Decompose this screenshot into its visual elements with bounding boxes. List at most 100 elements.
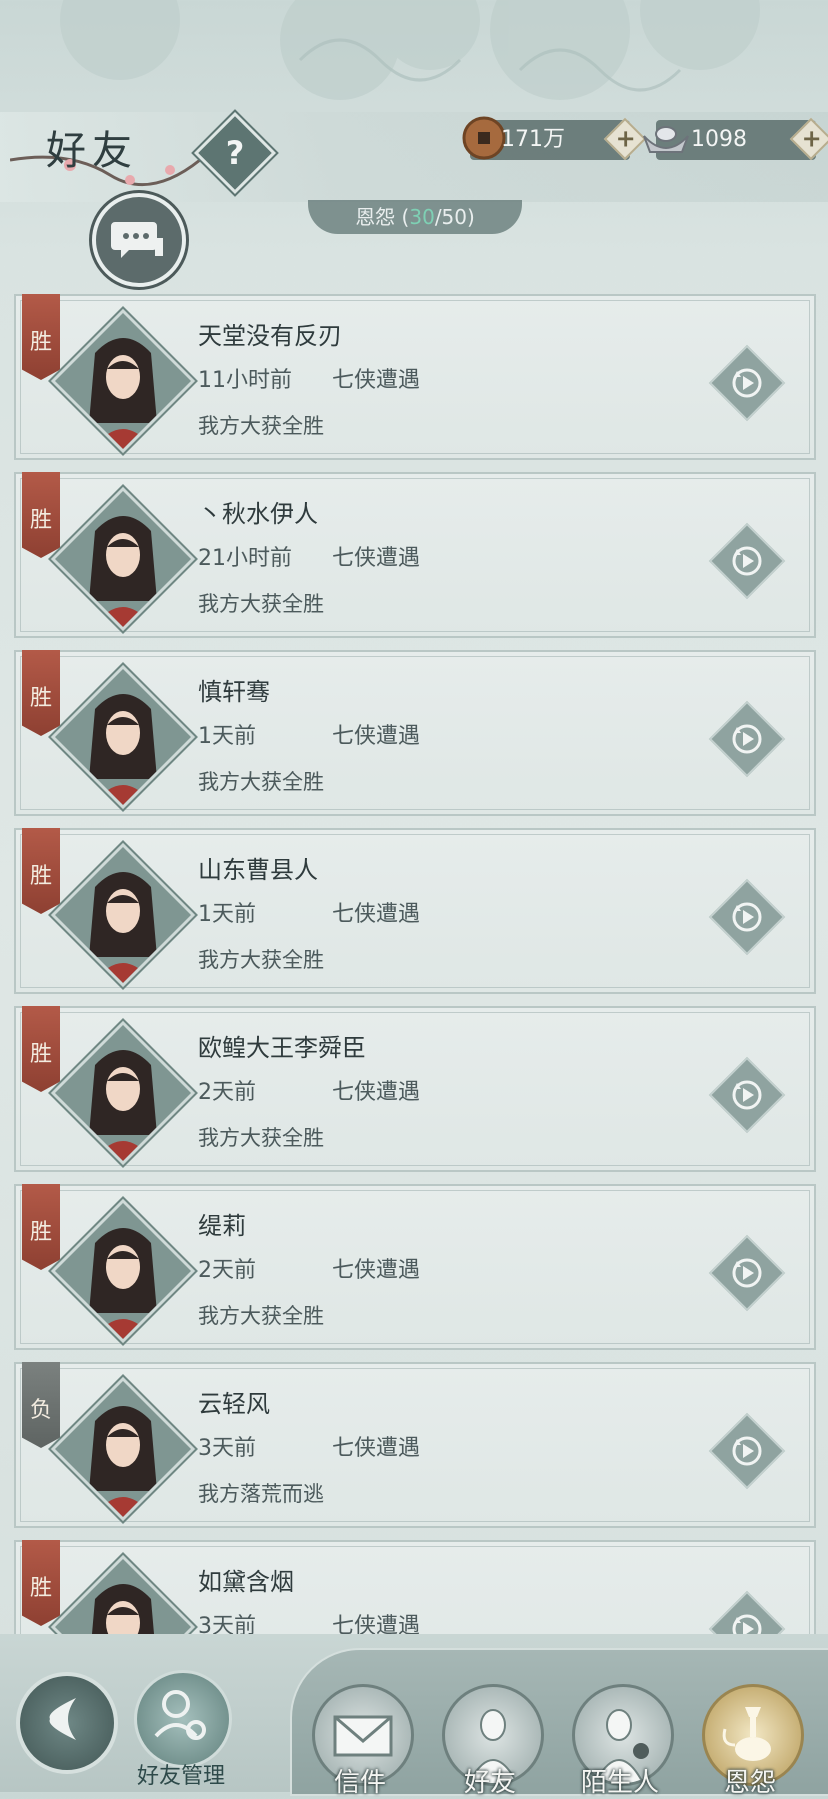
record-time: 21小时前 [198, 546, 292, 571]
character-portrait-icon [55, 491, 191, 627]
character-portrait-icon [55, 847, 191, 983]
opponent-name: 欧鳇大王李舜臣 [198, 1034, 366, 1062]
record-card[interactable]: 负 云轻风 3天前 七侠遭遇 我方落荒而逃 [14, 1362, 816, 1528]
replay-icon [732, 368, 762, 398]
record-card[interactable]: 胜 山东曹县人 1天前 七侠遭遇 我方大获全胜 [14, 828, 816, 994]
replay-icon [732, 546, 762, 576]
battle-result: 我方大获全胜 [198, 1304, 324, 1328]
battle-result: 我方大获全胜 [198, 948, 324, 972]
silver-ingot-display: 1098 + [643, 117, 828, 161]
opponent-avatar[interactable] [50, 1376, 196, 1522]
character-portrait-icon [55, 1381, 191, 1517]
friend-management-label: 好友管理 [136, 1764, 225, 1789]
result-banner: 胜 [22, 472, 60, 558]
opponent-avatar[interactable] [50, 664, 196, 810]
replay-button[interactable] [708, 1056, 786, 1134]
battle-result: 我方大获全胜 [198, 592, 324, 616]
opponent-avatar[interactable] [50, 486, 196, 632]
battle-mode: 七侠遭遇 [332, 1080, 421, 1105]
replay-icon [732, 902, 762, 932]
record-time: 11小时前 [198, 368, 292, 393]
character-portrait-icon [55, 1203, 191, 1339]
battle-mode: 七侠遭遇 [332, 1436, 421, 1461]
record-time: 3天前 [198, 1614, 256, 1634]
battle-record-list[interactable]: 胜 天堂没有反刃 11小时前 七侠遭遇 我方大获全胜 胜 丶秋水伊人 21小时前… [14, 294, 818, 1634]
tab-friends-label: 好友 [463, 1768, 516, 1798]
character-portrait-icon [55, 313, 191, 449]
battle-result: 我方大获全胜 [198, 770, 324, 794]
opponent-name: 丶秋水伊人 [198, 500, 318, 528]
person-gear-icon [154, 1690, 206, 1740]
character-portrait-icon [55, 669, 191, 805]
record-time: 3天前 [198, 1436, 256, 1461]
friend-management-button[interactable] [134, 1670, 232, 1768]
record-card[interactable]: 胜 慎轩骞 1天前 七侠遭遇 我方大获全胜 [14, 650, 816, 816]
page-title: 好友 [46, 128, 138, 174]
battle-mode: 七侠遭遇 [332, 724, 421, 749]
replay-button[interactable] [708, 878, 786, 956]
opponent-avatar[interactable] [50, 308, 196, 454]
replay-button[interactable] [708, 1590, 786, 1634]
opponent-name: 缇莉 [198, 1212, 246, 1240]
tab-bar: 信件 好友 陌生人 恩怨 [290, 1648, 828, 1798]
record-card[interactable]: 胜 欧鳇大王李舜臣 2天前 七侠遭遇 我方大获全胜 [14, 1006, 816, 1172]
silver-ingot-value: 1098 [691, 127, 747, 152]
back-button[interactable] [16, 1672, 118, 1774]
replay-icon [732, 724, 762, 754]
replay-button[interactable] [708, 522, 786, 600]
record-time: 1天前 [198, 724, 256, 749]
opponent-name: 云轻风 [198, 1390, 270, 1418]
record-card[interactable]: 胜 缇莉 2天前 七侠遭遇 我方大获全胜 [14, 1184, 816, 1350]
replay-icon [732, 1080, 762, 1110]
battle-result: 我方落荒而逃 [198, 1482, 324, 1506]
record-time: 2天前 [198, 1080, 256, 1105]
opponent-name: 山东曹县人 [198, 856, 318, 884]
enmity-count-header: 恩怨 (30/50) [308, 200, 522, 234]
result-banner: 胜 [22, 828, 60, 914]
character-portrait-icon [55, 1559, 191, 1634]
opponent-avatar[interactable] [50, 1020, 196, 1166]
replay-button[interactable] [708, 1234, 786, 1312]
result-banner: 胜 [22, 294, 60, 380]
result-banner: 胜 [22, 1006, 60, 1092]
enmity-current-count: 30 [409, 205, 435, 229]
question-icon: ? [225, 134, 245, 172]
replay-button[interactable] [708, 344, 786, 422]
copper-coin-value: 171万 [501, 127, 565, 152]
result-banner: 负 [22, 1362, 60, 1448]
battle-result: 我方大获全胜 [198, 1126, 324, 1150]
battle-mode: 七侠遭遇 [332, 1614, 421, 1634]
record-time: 1天前 [198, 902, 256, 927]
back-arrow-icon [49, 1698, 76, 1740]
opponent-avatar[interactable] [50, 842, 196, 988]
tab-enmity-label: 恩怨 [723, 1768, 776, 1798]
opponent-name: 天堂没有反刃 [198, 322, 342, 350]
replay-button[interactable] [708, 700, 786, 778]
battle-mode: 七侠遭遇 [332, 902, 421, 927]
opponent-avatar[interactable] [50, 1198, 196, 1344]
chat-button[interactable] [92, 193, 186, 287]
result-banner: 胜 [22, 650, 60, 736]
result-banner: 胜 [22, 1184, 60, 1270]
enmity-label: 恩怨 [355, 205, 396, 229]
tab-mail-label: 信件 [333, 1768, 386, 1798]
record-card[interactable]: 胜 如黛含烟 3天前 七侠遭遇 [14, 1540, 816, 1634]
battle-mode: 七侠遭遇 [332, 368, 421, 393]
tab-strangers-label: 陌生人 [580, 1768, 659, 1798]
bottom-navigation: 好友管理 信件 好友 陌生人 恩怨 [0, 1634, 828, 1798]
opponent-name: 如黛含烟 [198, 1568, 294, 1596]
record-card[interactable]: 胜 天堂没有反刃 11小时前 七侠遭遇 我方大获全胜 [14, 294, 816, 460]
character-portrait-icon [55, 1025, 191, 1161]
plus-icon: + [801, 124, 822, 153]
battle-result: 我方大获全胜 [198, 414, 324, 438]
chat-bubble-icon [111, 222, 163, 258]
battle-mode: 七侠遭遇 [332, 1258, 421, 1283]
replay-icon [732, 1258, 762, 1288]
enmity-total: /50) [434, 205, 475, 229]
replay-button[interactable] [708, 1412, 786, 1490]
copper-coin-display: 171万 + [462, 116, 647, 161]
opponent-name: 慎轩骞 [198, 678, 270, 706]
record-card[interactable]: 胜 丶秋水伊人 21小时前 七侠遭遇 我方大获全胜 [14, 472, 816, 638]
opponent-avatar[interactable] [50, 1554, 196, 1634]
result-banner: 胜 [22, 1540, 60, 1626]
